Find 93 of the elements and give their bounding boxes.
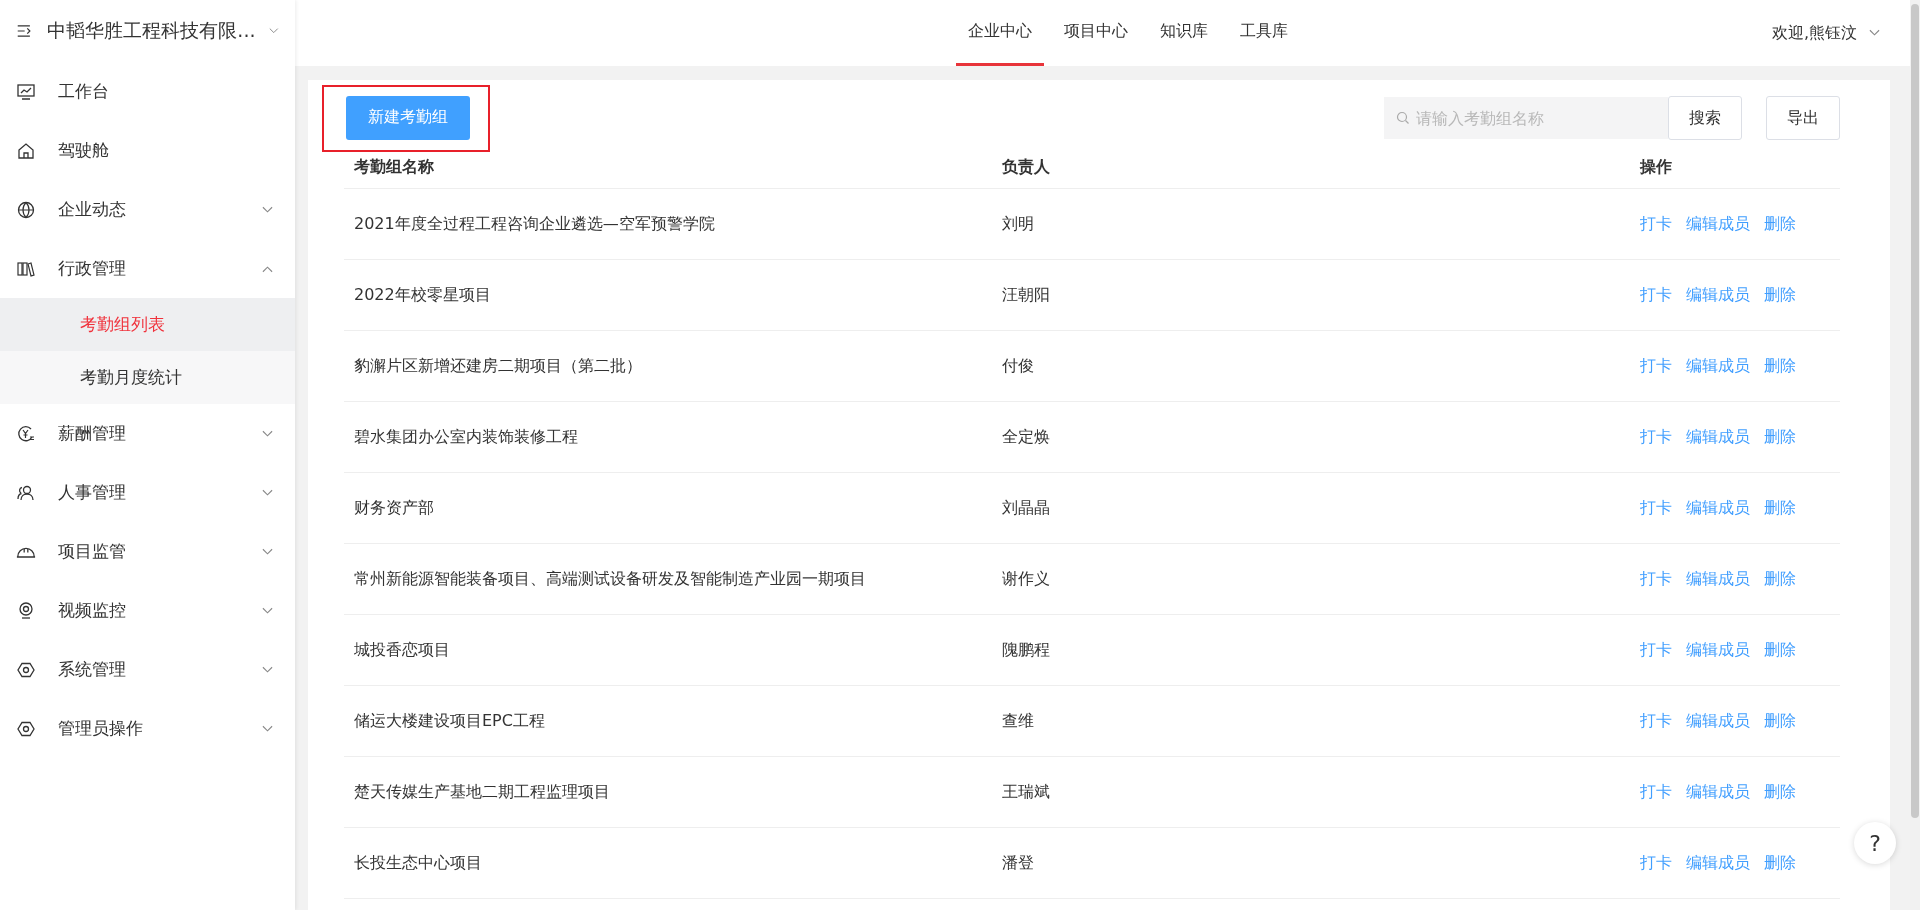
table-cell-text: 2021年度全过程工程咨询企业遴选—空军预警学院 — [354, 213, 716, 235]
action-link[interactable]: 编辑成员 — [1686, 781, 1750, 803]
menu-label: 项目监管 — [58, 540, 127, 563]
new-group-button[interactable]: 新建考勤组 — [346, 95, 470, 140]
sidebar-item[interactable]: 人事管理 — [0, 463, 295, 522]
table-cell-text: 查维 — [1002, 710, 1035, 732]
nav-tab[interactable]: 项目中心 — [1052, 0, 1141, 66]
action-link[interactable]: 编辑成员 — [1686, 710, 1750, 732]
webcam-icon — [16, 600, 36, 621]
menu-label: 管理员操作 — [58, 717, 144, 740]
action-link[interactable]: 打卡 — [1640, 284, 1672, 306]
sidebar-item[interactable]: 薪酬管理 — [0, 404, 295, 463]
menu-label: 人事管理 — [58, 481, 127, 504]
action-link[interactable]: 删除 — [1764, 284, 1796, 306]
action-link[interactable]: 打卡 — [1640, 426, 1672, 448]
action-link[interactable]: 编辑成员 — [1686, 852, 1750, 874]
table-cell-text: 汪朝阳 — [1002, 284, 1051, 306]
table-cell-text: 刘晶晶 — [1002, 497, 1051, 519]
table-cell-text: 刘明 — [1002, 213, 1035, 235]
table-cell-text: 豹澥片区新增还建房二期项目（第二批） — [354, 355, 643, 377]
menu-label: 驾驶舱 — [58, 139, 110, 162]
column-header: 考勤组名称 — [354, 156, 435, 178]
table-cell-text: 王瑞斌 — [1002, 781, 1051, 803]
action-link[interactable]: 编辑成员 — [1686, 355, 1750, 377]
menu-label: 企业动态 — [58, 198, 127, 221]
action-link[interactable]: 打卡 — [1640, 781, 1672, 803]
search-field[interactable]: 请输入考勤组名称 — [1384, 97, 1668, 139]
action-link[interactable]: 删除 — [1764, 852, 1796, 874]
action-link[interactable]: 删除 — [1764, 213, 1796, 235]
action-link[interactable]: 删除 — [1764, 639, 1796, 661]
export-button[interactable]: 导出 — [1766, 96, 1840, 140]
sidebar-item[interactable]: 系统管理 — [0, 640, 295, 699]
action-link[interactable]: 删除 — [1764, 710, 1796, 732]
action-link[interactable]: 删除 — [1764, 355, 1796, 377]
submenu-item[interactable]: 考勤组列表 — [0, 298, 295, 351]
action-link[interactable]: 打卡 — [1640, 710, 1672, 732]
table-cell-text: 楚天传媒生产基地二期工程监理项目 — [354, 781, 611, 803]
sidebar-item[interactable]: 企业动态 — [0, 180, 295, 239]
nav-tab[interactable]: 工具库 — [1228, 0, 1301, 66]
action-link[interactable]: 编辑成员 — [1686, 568, 1750, 590]
action-link[interactable]: 删除 — [1764, 781, 1796, 803]
search-button[interactable]: 搜索 — [1668, 96, 1742, 140]
table-cell-text: 付俊 — [1002, 355, 1035, 377]
sidebar-item[interactable]: 项目监管 — [0, 522, 295, 581]
globe-icon — [16, 199, 36, 220]
nav-tab[interactable]: 企业中心 — [956, 0, 1045, 66]
monitor-icon — [16, 81, 36, 102]
chevron-down-icon[interactable] — [1869, 29, 1880, 37]
company-name: 中韬华胜工程科技有限... — [47, 18, 256, 43]
search-icon — [1396, 111, 1410, 125]
action-link[interactable]: 删除 — [1764, 497, 1796, 519]
menu-label: 视频监控 — [58, 599, 127, 622]
sidebar-item[interactable]: 视频监控 — [0, 581, 295, 640]
sidebar-item[interactable]: 行政管理 — [0, 239, 295, 298]
action-link[interactable]: 打卡 — [1640, 852, 1672, 874]
user-greeting[interactable]: 欢迎,熊钰汶 — [1771, 22, 1857, 44]
table-cell-text: 隗鹏程 — [1002, 639, 1051, 661]
menu-label: 行政管理 — [58, 257, 127, 280]
action-link[interactable]: 打卡 — [1640, 355, 1672, 377]
chevron-down-icon[interactable] — [269, 27, 279, 35]
menu-label: 工作台 — [58, 80, 110, 103]
menu-label: 系统管理 — [58, 658, 127, 681]
table-cell-text: 潘登 — [1002, 852, 1035, 874]
table-cell-text: 谢作义 — [1002, 568, 1051, 590]
sidebar-item[interactable]: 工作台 — [0, 62, 295, 121]
action-link[interactable]: 编辑成员 — [1686, 284, 1750, 306]
table-cell-text: 2022年校零星项目 — [354, 284, 492, 306]
action-link[interactable]: 打卡 — [1640, 213, 1672, 235]
yen-coin-icon — [16, 423, 36, 444]
menu-label: 薪酬管理 — [58, 422, 127, 445]
action-link[interactable]: 编辑成员 — [1686, 213, 1750, 235]
action-link[interactable]: 打卡 — [1640, 639, 1672, 661]
table-cell-text: 城投香恋项目 — [354, 639, 451, 661]
action-link[interactable]: 打卡 — [1640, 497, 1672, 519]
sidebar-item[interactable]: 管理员操作 — [0, 699, 295, 758]
action-link[interactable]: 打卡 — [1640, 568, 1672, 590]
action-link[interactable]: 编辑成员 — [1686, 426, 1750, 448]
column-header: 负责人 — [1002, 156, 1051, 178]
table-cell-text: 财务资产部 — [354, 497, 435, 519]
table-cell-text: 碧水集团办公室内装饰装修工程 — [354, 426, 579, 448]
submenu-item[interactable]: 考勤月度统计 — [0, 351, 295, 404]
nav-tab[interactable]: 知识库 — [1148, 0, 1221, 66]
sidebar-item[interactable]: 驾驶舱 — [0, 121, 295, 180]
column-header: 操作 — [1640, 156, 1673, 178]
table-cell-text: 常州新能源智能装备项目、高端测试设备研发及智能制造产业园一期项目 — [354, 568, 867, 590]
table-cell-text: 长投生态中心项目 — [354, 852, 483, 874]
scrollbar-thumb[interactable] — [1911, 4, 1919, 818]
action-link[interactable]: 编辑成员 — [1686, 497, 1750, 519]
table-cell-text: 全定焕 — [1002, 426, 1051, 448]
action-link[interactable]: 删除 — [1764, 426, 1796, 448]
action-link[interactable]: 编辑成员 — [1686, 639, 1750, 661]
action-link[interactable]: 删除 — [1764, 568, 1796, 590]
table-cell-text: 储运大楼建设项目EPC工程 — [354, 710, 546, 732]
